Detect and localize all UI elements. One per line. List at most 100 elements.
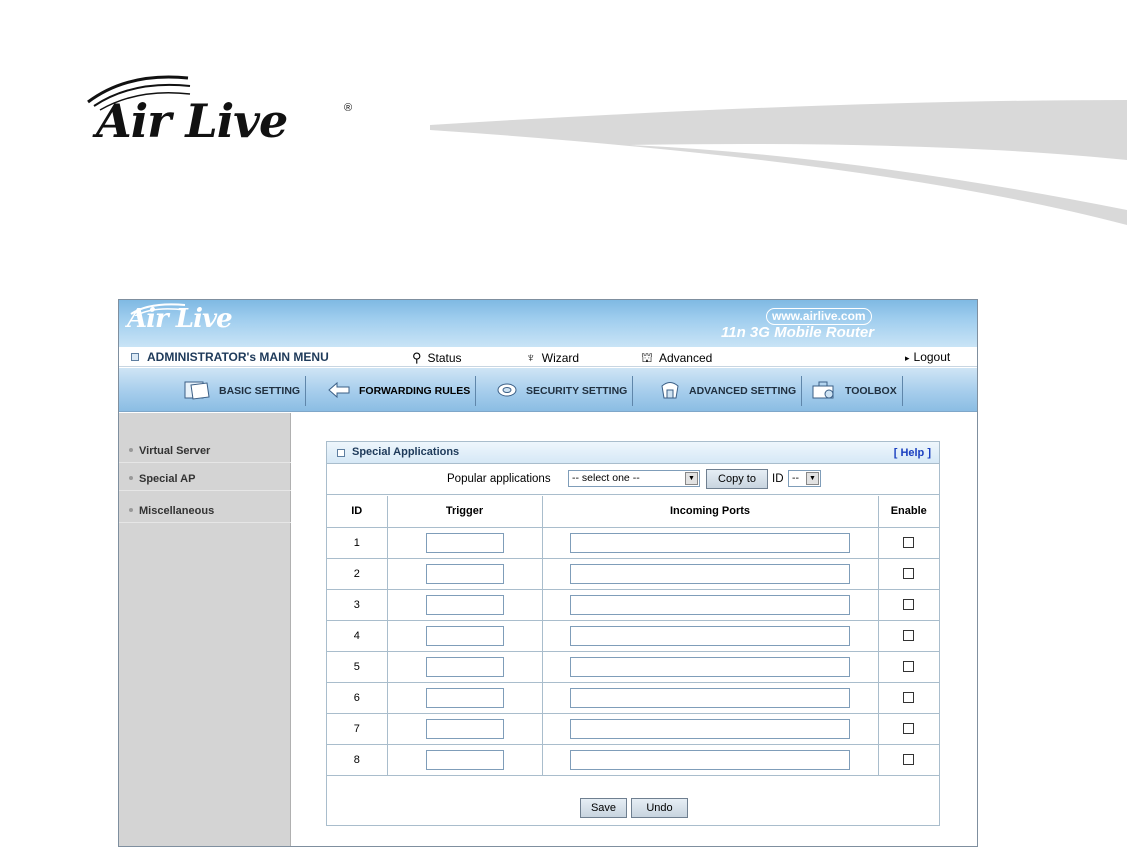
incoming-ports-cell [542,620,879,652]
enable-checkbox[interactable] [903,568,915,580]
page-logo: Air Live ® [78,72,368,162]
trigger-input[interactable] [425,749,504,770]
banner-logo: Air Live [127,303,233,334]
undo-button[interactable]: Undo [631,798,688,818]
sidebar-item-virtual-server[interactable]: Virtual Server [119,439,291,463]
incoming-ports-cell [542,651,879,683]
advanced-setting-icon [659,380,681,403]
incoming-ports-input[interactable] [570,594,850,615]
table-row: 7 [327,713,939,745]
menu-bullet-icon [131,353,139,361]
incoming-ports-cell [542,527,879,559]
tab-bar: BASIC SETTING FORWARDING RULES SECURITY … [119,368,977,412]
trigger-cell [387,682,543,714]
id-select-value: -- [792,472,799,484]
trigger-cell [387,651,543,683]
tab-advanced-setting[interactable]: ADVANCED SETTING [659,376,803,406]
shield-icon [496,381,518,402]
trigger-cell [387,527,543,559]
trigger-input[interactable] [425,718,504,739]
logout-arrow-icon: ▸ [905,353,910,363]
popular-applications-select[interactable]: -- select one -- ▼ [568,470,700,487]
sidebar-bullet-icon [129,448,133,452]
enable-checkbox[interactable] [903,630,915,642]
advanced-icon: ⛫ [641,350,653,365]
incoming-ports-input[interactable] [570,656,850,677]
banner-logo-swoosh-icon [130,303,186,316]
enable-checkbox[interactable] [903,723,915,735]
row-id: 2 [327,558,388,590]
panel-title-bar: Special Applications [ Help ] [327,442,939,464]
save-button[interactable]: Save [580,798,627,818]
help-link[interactable]: [ Help ] [894,447,931,459]
row-id: 3 [327,589,388,621]
panel-title: Special Applications [352,446,460,458]
trigger-input[interactable] [425,563,504,584]
notebook-icon [183,379,211,404]
top-banner: Air Live www.airlive.com 11n 3G Mobile R… [119,300,977,347]
tab-forwarding-rules[interactable]: FORWARDING RULES [327,376,477,406]
enable-checkbox[interactable] [903,692,915,704]
incoming-ports-cell [542,558,879,590]
tab-toolbox[interactable]: TOOLBOX [811,376,903,406]
popular-applications-row: Popular applications -- select one -- ▼ … [327,464,939,495]
tab-security-setting-label: SECURITY SETTING [526,385,628,397]
sidebar-item-label: Virtual Server [139,445,211,457]
enable-checkbox[interactable] [903,537,915,549]
enable-checkbox[interactable] [903,754,915,766]
admin-main-menu-label: ADMINISTRATOR's MAIN MENU [147,350,329,364]
incoming-ports-input[interactable] [570,749,850,770]
tab-advanced-setting-label: ADVANCED SETTING [689,385,797,397]
wizard-link[interactable]: ♆ Wizard [526,350,579,365]
enable-checkbox[interactable] [903,599,915,611]
incoming-ports-input[interactable] [570,687,850,708]
trigger-cell [387,744,543,776]
trigger-input[interactable] [425,532,504,553]
router-ui-frame: Air Live www.airlive.com 11n 3G Mobile R… [118,299,978,847]
incoming-ports-input[interactable] [570,532,850,553]
trigger-input[interactable] [425,594,504,615]
id-select[interactable]: -- ▼ [788,470,821,487]
trigger-input[interactable] [425,656,504,677]
action-row: Save Undo [327,790,939,826]
chevron-down-icon: ▼ [806,472,819,485]
copy-to-button[interactable]: Copy to [706,469,768,489]
popular-applications-label: Popular applications [447,473,551,485]
trigger-input[interactable] [425,625,504,646]
incoming-ports-input[interactable] [570,625,850,646]
status-link[interactable]: ⚲ Status [412,350,462,366]
banner-model: 11n 3G Mobile Router [721,324,875,341]
wizard-icon: ♆ [526,350,536,365]
tab-toolbox-label: TOOLBOX [845,385,897,397]
column-header-id: ID [327,496,388,528]
incoming-ports-cell [542,682,879,714]
table-row: 5 [327,651,939,683]
sidebar-item-label: Miscellaneous [139,505,215,517]
tab-security-setting[interactable]: SECURITY SETTING [496,376,634,406]
panel-title-bullet-icon [337,449,345,457]
enable-cell [878,620,939,652]
sidebar-item-special-ap[interactable]: Special AP [119,467,291,491]
advanced-link[interactable]: ⛫ Advanced [641,350,712,368]
logout-link[interactable]: ▸ Logout [905,350,950,364]
tab-forwarding-rules-label: FORWARDING RULES [359,385,471,397]
column-header-enable: Enable [878,496,939,528]
enable-checkbox[interactable] [903,661,915,673]
trigger-cell [387,558,543,590]
toolbox-icon [811,380,837,403]
chevron-down-icon: ▼ [685,472,698,485]
incoming-ports-input[interactable] [570,563,850,584]
tab-basic-setting[interactable]: BASIC SETTING [183,376,307,406]
sidebar-bullet-icon [129,476,133,480]
incoming-ports-input[interactable] [570,718,850,739]
incoming-ports-cell [542,744,879,776]
banner-url: www.airlive.com [766,308,872,325]
table-row: 4 [327,620,939,652]
row-id: 1 [327,527,388,559]
sidebar-item-miscellaneous[interactable]: Miscellaneous [119,499,291,523]
row-id: 8 [327,744,388,776]
row-id: 5 [327,651,388,683]
trigger-input[interactable] [425,687,504,708]
admin-main-menu-link[interactable]: ADMINISTRATOR's MAIN MENU [131,350,329,364]
enable-cell [878,744,939,776]
